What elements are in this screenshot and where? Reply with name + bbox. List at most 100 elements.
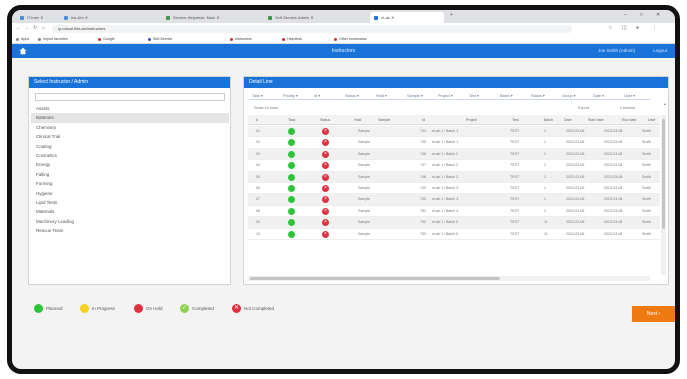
bookmark-item[interactable]: Apps [16, 37, 29, 41]
on-hold-icon[interactable]: × [322, 184, 329, 192]
reload-icon[interactable]: ↻ [33, 25, 37, 31]
browser-tab[interactable]: Self-Service-Admin ✕ [264, 12, 368, 23]
instructor-select[interactable] [35, 93, 225, 101]
tab-close-icon[interactable]: ✕ [309, 15, 313, 20]
column-header[interactable]: Sample [378, 118, 390, 122]
on-hold-icon[interactable]: × [322, 219, 329, 227]
column-header[interactable]: Task [288, 118, 295, 122]
tab-close-icon[interactable]: ✕ [390, 15, 394, 20]
column-header[interactable]: Date [564, 118, 572, 122]
toolbar-item[interactable]: Export [578, 106, 589, 110]
on-hold-icon[interactable]: × [322, 139, 329, 147]
tab-close-icon[interactable]: ✕ [215, 15, 219, 20]
on-hold-icon[interactable]: × [322, 173, 329, 181]
column-header[interactable]: Test [512, 118, 519, 122]
list-item[interactable]: Lipid Tests [31, 198, 229, 207]
table-row[interactable]: 02 × Sample 745 eLab 1 / Batch 1 TEST 1 2023-03… [248, 137, 660, 149]
user-name[interactable]: Joe Smith (Admin) [598, 48, 635, 53]
maximize-icon[interactable]: □ [640, 12, 643, 18]
column-header[interactable]: Hold [354, 118, 361, 122]
list-item[interactable]: Batteries [31, 113, 229, 123]
close-window-icon[interactable]: ✕ [656, 12, 660, 18]
on-hold-icon[interactable]: × [322, 128, 329, 135]
bookmark-item[interactable]: Import favorites [38, 37, 68, 41]
column-filter[interactable]: Sample ▾ [407, 93, 423, 98]
back-icon[interactable]: ← [16, 25, 21, 31]
bookmark-item[interactable]: Self-Service [148, 37, 172, 41]
list-item[interactable]: Clinical Trial [31, 132, 229, 141]
tab-close-icon[interactable]: ✕ [84, 15, 88, 20]
column-filter[interactable]: Group ▾ [562, 93, 576, 98]
extensions-icon[interactable]: ◫ [622, 25, 627, 31]
bookmark-item[interactable]: Other bookmarks [334, 37, 367, 41]
list-item[interactable]: Cosmetics [31, 151, 229, 160]
on-hold-icon[interactable]: × [322, 162, 329, 170]
column-header[interactable]: Start date [588, 118, 604, 122]
toolbar-item[interactable]: Columns [620, 106, 635, 110]
scroll-up-icon[interactable]: ▴ [664, 101, 666, 106]
list-item[interactable]: Rescue Team [31, 226, 229, 235]
table-row[interactable]: 08 × Sample 751 eLab 1 / Batch 4 TEST 1 2023-03… [248, 206, 660, 218]
column-header[interactable]: User [648, 118, 656, 122]
forward-icon[interactable]: → [24, 25, 29, 31]
table-row[interactable]: 10 × Sample 753 eLab 1 / Batch 5 TEST 11 2023-0… [248, 229, 660, 240]
bookmark-item[interactable]: Instructors [230, 37, 252, 41]
profile-icon[interactable]: ● [636, 25, 639, 31]
tab-close-icon[interactable]: ✕ [39, 15, 43, 20]
list-item[interactable]: Hygiene [31, 189, 229, 198]
home-browser-icon[interactable]: ⌂ [42, 25, 45, 31]
column-filter[interactable]: Test ▾ [469, 93, 479, 98]
on-hold-icon[interactable]: × [322, 196, 329, 204]
list-item[interactable]: Chemistry [31, 123, 229, 132]
column-filter[interactable]: Id ▾ [314, 93, 320, 98]
url-input[interactable]: ip.unical.it/eLab/instructors [52, 25, 572, 33]
bookmark-item[interactable]: Helpdesk [282, 37, 302, 41]
table-row[interactable]: 09 × Sample 752 eLab 1 / Batch 5 TEST 11 2023-0… [248, 217, 660, 229]
column-filter[interactable]: Status ▾ [531, 93, 545, 98]
column-filter[interactable]: Status ▾ [345, 93, 359, 98]
table-row[interactable]: 05 × Sample 748 eLab 1 / Batch 3 TEST 1 2023-03… [248, 171, 660, 183]
column-filter[interactable]: Priority ▾ [283, 93, 298, 98]
table-row[interactable]: 03 × Sample 746 eLab 1 / Batch 2 TEST 1 2023-03… [248, 148, 660, 161]
table-row[interactable]: 01 × Sample 744 eLab 1 / Batch 1 TEST 1 2023-03… [248, 126, 660, 138]
menu-icon[interactable]: ⋮ [652, 25, 657, 31]
column-filter[interactable]: Batch ▾ [500, 93, 513, 98]
column-filter[interactable]: User ▾ [624, 93, 635, 98]
list-item[interactable]: Forming [31, 179, 229, 188]
vertical-scroll-thumb[interactable] [662, 119, 665, 229]
column-header[interactable]: # [256, 118, 258, 122]
table-row[interactable]: 04 × Sample 747 eLab 1 / Batch 2 TEST 1 2023-03… [248, 160, 660, 172]
horizontal-scrollbar[interactable] [248, 276, 650, 281]
list-item[interactable]: Coating [31, 142, 229, 151]
bookmark-item[interactable]: Google [98, 37, 115, 41]
vertical-scrollbar[interactable] [661, 115, 666, 275]
list-item[interactable]: Falling [31, 170, 229, 179]
column-header[interactable]: End date [622, 118, 636, 122]
on-hold-icon[interactable]: × [322, 230, 329, 238]
column-filter[interactable]: Hold ▾ [376, 93, 387, 98]
on-hold-icon[interactable]: × [322, 207, 329, 215]
browser-tab[interactable]: Ins.Arh ✕ [60, 12, 160, 23]
next-button[interactable]: Next › [632, 306, 675, 322]
logout-link[interactable]: Logout [653, 48, 667, 53]
list-item[interactable]: Energy [31, 160, 229, 169]
list-item[interactable]: Materials [31, 207, 229, 216]
horizontal-scroll-thumb[interactable] [250, 277, 500, 280]
star-icon[interactable]: ☆ [608, 25, 612, 31]
table-row[interactable]: 07 × Sample 750 eLab 1 / Batch 4 TEST 1 2023-03… [248, 194, 660, 206]
table-row[interactable]: 06 × Sample 749 eLab 1 / Batch 3 TEST 1 2023-03… [248, 183, 660, 195]
browser-tab[interactable]: Service-Helpdesk: Main ✕ [162, 12, 262, 23]
browser-tab[interactable]: IT.Instr ✕ [16, 12, 58, 23]
column-filter[interactable]: Date ▾ [593, 93, 604, 98]
list-item[interactable]: Assets [31, 104, 229, 113]
column-filter[interactable]: Task ▾ [252, 93, 263, 98]
browser-tab[interactable]: eLab ✕ [370, 12, 444, 23]
column-header[interactable]: Id [422, 118, 425, 122]
column-header[interactable]: Status [320, 118, 330, 122]
minimize-icon[interactable]: – [624, 12, 627, 18]
on-hold-icon[interactable]: × [322, 150, 329, 158]
column-filter[interactable]: Project ▾ [438, 93, 453, 98]
column-header[interactable]: Batch [544, 118, 553, 122]
toolbar-item[interactable]: Show 10 rows [254, 106, 278, 110]
new-tab-icon[interactable]: + [450, 12, 453, 18]
